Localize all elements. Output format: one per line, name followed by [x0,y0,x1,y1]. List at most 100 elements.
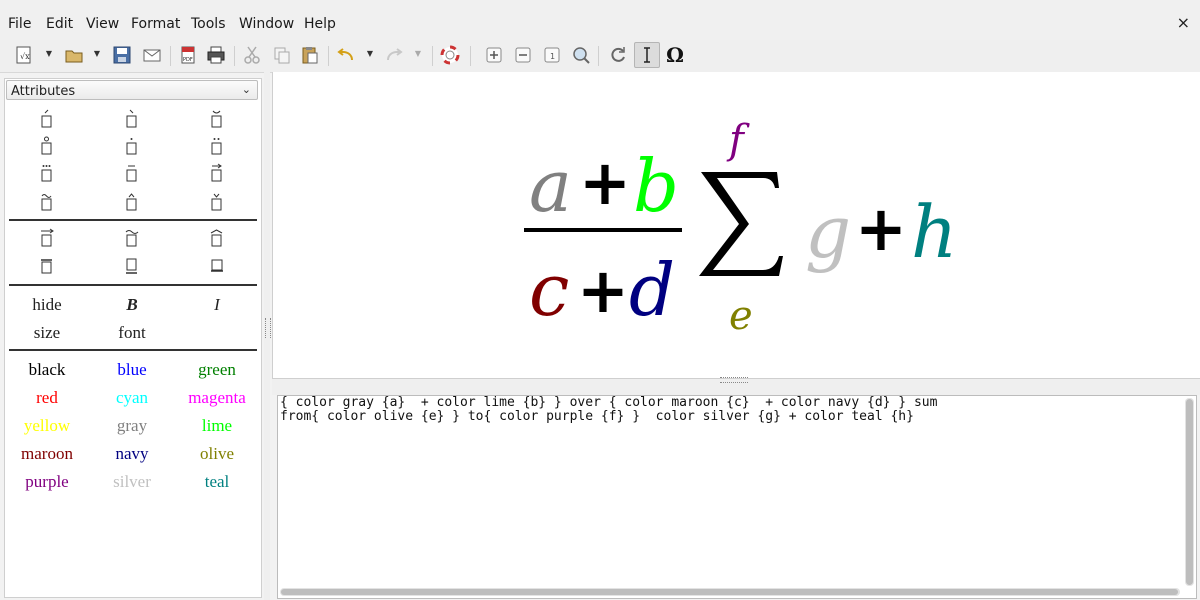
formula-d: d [629,248,676,332]
color-yellow[interactable]: yellow [7,416,87,436]
hide-attribute[interactable]: hide [7,295,87,315]
color-teal[interactable]: teal [177,472,257,492]
redo-icon[interactable] [382,43,406,67]
svg-text:1: 1 [550,52,555,61]
size-attribute[interactable]: size [7,323,87,343]
chevron-down-icon[interactable]: ⌄ [242,83,251,96]
splitter-grip[interactable] [265,318,271,338]
double-dot-accent-icon[interactable] [209,136,225,156]
formula-h: h [911,190,958,274]
color-purple[interactable]: purple [7,472,87,492]
editor-text[interactable]: { color gray {a} + color lime {b} } over… [280,396,937,424]
font-attribute[interactable]: font [92,323,172,343]
export-pdf-icon[interactable]: PDF [176,43,200,67]
triple-dot-accent-icon[interactable] [39,163,55,183]
menu-tools[interactable]: Tools [191,16,226,32]
menu-file[interactable]: File [8,16,31,32]
formula-a: a [529,144,572,228]
overline-icon[interactable] [39,256,55,276]
section-divider [9,219,257,221]
overstrike-icon[interactable] [209,256,225,276]
category-dropdown[interactable]: Attributes ⌄ [6,80,258,100]
zoom-icon[interactable] [569,43,593,67]
caron-accent-icon[interactable] [209,192,225,212]
color-red[interactable]: red [7,388,87,408]
color-olive[interactable]: olive [177,444,257,464]
color-gray[interactable]: gray [92,416,172,436]
close-document-button[interactable]: × [1177,13,1190,32]
menu-edit[interactable]: Edit [46,16,73,32]
acute-accent-icon[interactable] [39,109,55,129]
vertical-scroll-thumb[interactable] [1186,399,1193,585]
color-silver[interactable]: silver [92,472,172,492]
menu-format[interactable]: Format [131,16,180,32]
vector-arrow-accent-icon[interactable] [209,163,225,183]
formula-b: b [633,144,680,228]
formula-c: c [529,248,570,332]
dot-accent-icon[interactable] [124,136,140,156]
wide-hat-icon[interactable] [209,228,225,248]
italic-attribute[interactable]: I [177,295,257,315]
formula-g: g [805,190,852,274]
help-lifebuoy-icon[interactable] [438,43,462,67]
formula-cursor-icon[interactable] [634,42,660,68]
bar-accent-icon[interactable] [124,163,140,183]
formula-plus: + [579,146,631,219]
menu-window[interactable]: Window [239,16,294,32]
horizontal-scroll-thumb[interactable] [281,589,1178,595]
color-lime[interactable]: lime [177,416,257,436]
new-dropdown-arrow[interactable]: ▼ [44,49,54,59]
new-document-icon[interactable]: √x [12,43,36,67]
category-dropdown-value: Attributes [11,84,76,99]
color-navy[interactable]: navy [92,444,172,464]
redo-dropdown-arrow[interactable]: ▼ [413,49,423,59]
formula-command-editor[interactable]: { color gray {a} + color lime {b} } over… [277,395,1197,599]
menu-help[interactable]: Help [304,16,336,32]
print-icon[interactable] [204,43,228,67]
color-magenta[interactable]: magenta [177,388,257,408]
undo-icon[interactable] [334,43,358,67]
wide-tilde-icon[interactable] [124,228,140,248]
bold-attribute[interactable]: B [92,295,172,315]
section-divider [9,284,257,286]
grave-accent-icon[interactable] [124,109,140,129]
formula-f: f [729,117,744,163]
formula-e: e [729,293,753,339]
open-dropdown-arrow[interactable]: ▼ [92,49,102,59]
circumflex-accent-icon[interactable] [124,192,140,212]
circle-accent-icon[interactable] [39,136,55,156]
email-icon[interactable] [140,43,164,67]
formula-preview: a + b c + d f e g + h [272,72,1200,378]
splitter-grip[interactable] [720,377,748,383]
paste-icon[interactable] [298,43,322,67]
copy-icon[interactable] [270,43,294,67]
undo-dropdown-arrow[interactable]: ▼ [365,49,375,59]
wide-vector-icon[interactable] [39,228,55,248]
color-black[interactable]: black [7,360,87,380]
save-icon[interactable] [110,43,134,67]
tilde-accent-icon[interactable] [39,192,55,212]
show-all-icon[interactable]: 1 [540,43,564,67]
update-icon[interactable] [606,43,630,67]
editor-line-1: { color gray {a} + color lime {b} } over… [280,395,938,410]
color-green[interactable]: green [177,360,257,380]
section-divider [9,349,257,351]
svg-text:√x: √x [20,52,30,61]
color-blue[interactable]: blue [92,360,172,380]
svg-text:PDF: PDF [183,57,193,63]
summation-sign [699,172,783,276]
color-cyan[interactable]: cyan [92,388,172,408]
symbols-omega-icon[interactable]: Ω [663,43,687,67]
color-maroon[interactable]: maroon [7,444,87,464]
zoom-out-icon[interactable] [511,43,535,67]
breve-accent-icon[interactable] [209,109,225,129]
vertical-scrollbar[interactable] [1185,398,1194,586]
underline-icon[interactable] [124,256,140,276]
zoom-in-icon[interactable] [482,43,506,67]
horizontal-scrollbar[interactable] [280,588,1180,596]
open-folder-icon[interactable] [62,43,86,67]
editor-line-2: from{ color olive {e} } to{ color purple… [280,409,914,424]
elements-panel: Attributes ⌄ hide B I size font black blu… [4,78,262,598]
menu-view[interactable]: View [86,16,119,32]
cut-icon[interactable] [240,43,264,67]
